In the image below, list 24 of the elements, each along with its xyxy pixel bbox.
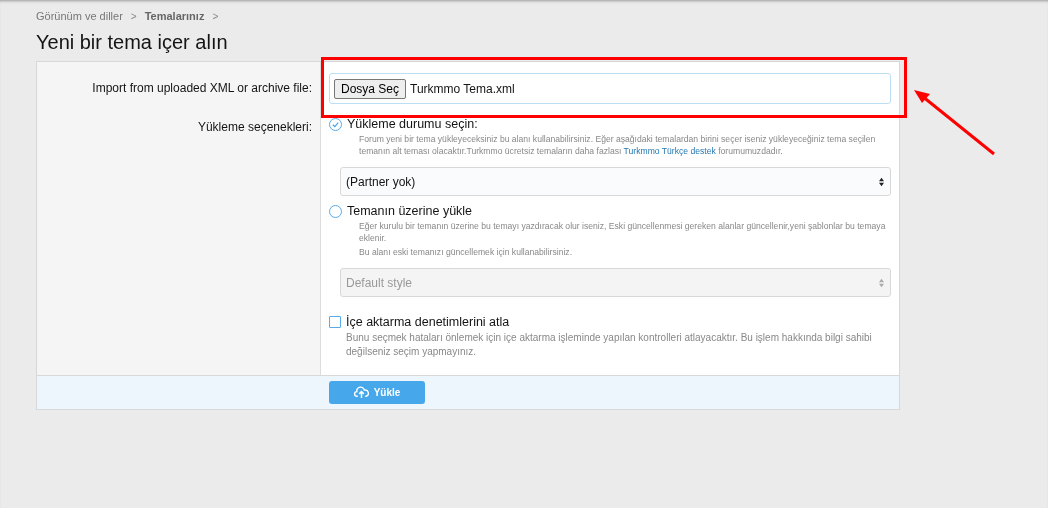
option-hint: Bu alanı eski temanızı güncellemek için kullanabilirsiniz. — [359, 246, 574, 258]
check-icon — [331, 119, 340, 129]
option-label: Yükleme durumu seçin: — [347, 117, 478, 131]
updown-arrows-icon — [878, 277, 885, 288]
breadcrumb-separator: > — [130, 10, 137, 22]
option-hint: Eğer kurulu bir temanın üzerine bu temayı yazdıracak olur iseniz, Eski güncellenmesi gereken alanlar güncellenir,yeni şablonlar bu temaya eklenir. — [359, 220, 887, 244]
field-label: Yükleme seçenekleri: — [197, 120, 312, 134]
breadcrumb-link[interactable]: Temalarınız — [144, 10, 205, 22]
select-dropdown[interactable]: (Partner yok) — [340, 167, 891, 196]
checkbox-label: İçe aktarma denetimlerini atla — [346, 315, 510, 329]
field-label: Import from uploaded XML or archive file: — [92, 81, 312, 95]
forum-link[interactable]: Turkmmo Türkçe destek — [623, 146, 716, 156]
checkbox[interactable] — [329, 316, 341, 328]
file-name: Turkmmo Tema.xml — [410, 81, 515, 96]
page-title: Yeni bir tema içer alın — [36, 31, 229, 54]
breadcrumb-separator: > — [212, 10, 219, 22]
file-input[interactable]: Dosya Seç Turkmmo Tema.xml — [329, 73, 891, 104]
option-hint: Forum yeni bir tema yükleyeceksiniz bu alanı kullanabilirsiniz. Eğer aşağıdaki temalardan birini seçer iseniz yükleyeceğiniz tema seçilen temanın alt teması olacaktır.Turkmmo ücretsiz temaların daha fazlası Turkmmo Türkçe destek forumumuzdadır. — [359, 133, 877, 157]
updown-arrows-icon — [878, 176, 885, 187]
breadcrumb-link[interactable]: Görünüm ve diller — [36, 10, 123, 22]
checkbox-hint: Bunu seçmek hataları önlemek için içe aktarma işleminde yapılan kontrolleri atlayacaktır. Bu işlem hakkında bilgi sahibi değilseniz seçim yapmayınız. — [346, 331, 873, 359]
choose-file-button[interactable]: Dosya Seç — [334, 78, 407, 99]
cloud-upload-icon — [353, 386, 369, 399]
option-label: Temanın üzerine yükle — [347, 204, 473, 218]
